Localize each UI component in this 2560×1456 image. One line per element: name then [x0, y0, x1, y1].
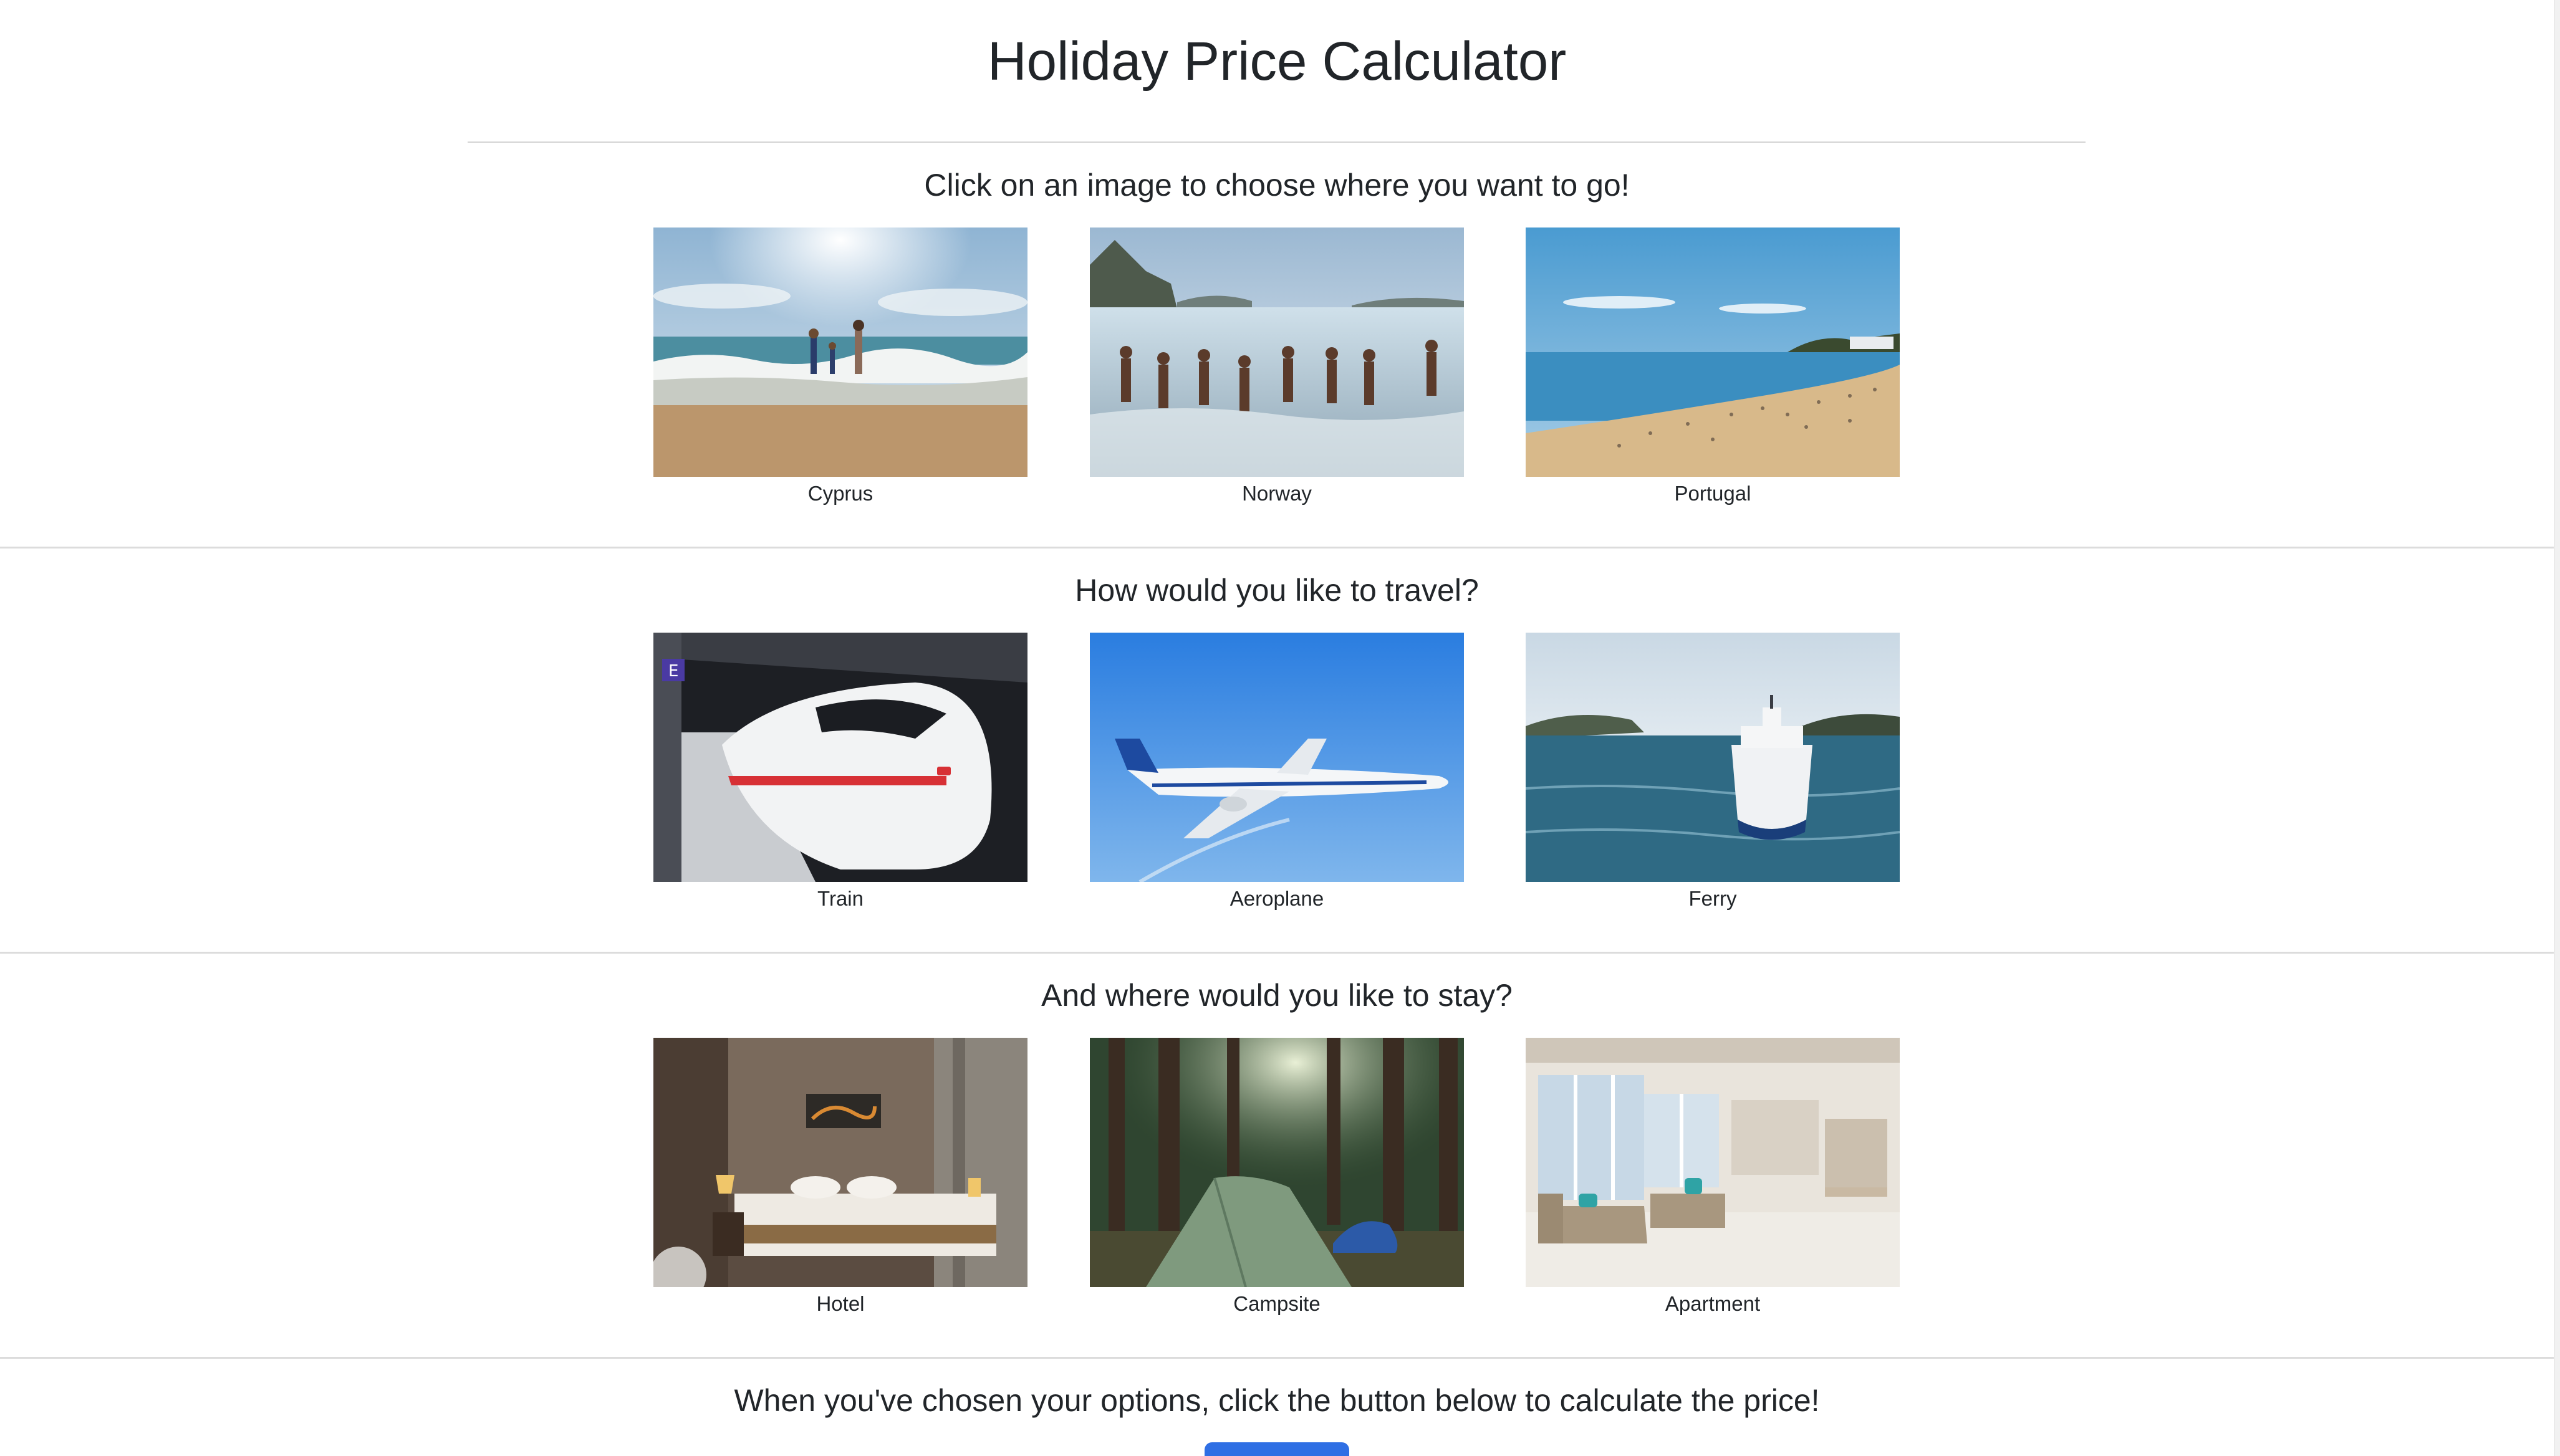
campsite-image[interactable]: [1090, 1038, 1464, 1287]
stay-option-campsite[interactable]: Campsite: [1090, 1038, 1464, 1318]
section-divider: [0, 1357, 2554, 1359]
travel-label: Ferry: [1688, 887, 1737, 910]
section-divider: [0, 952, 2554, 954]
calculate-button[interactable]: [1205, 1442, 1349, 1456]
stay-option-hotel[interactable]: Hotel: [653, 1038, 1027, 1318]
apartment-image[interactable]: [1526, 1038, 1900, 1287]
destination-label: Norway: [1242, 482, 1312, 505]
hotel-image[interactable]: [653, 1038, 1027, 1287]
destination-heading: Click on an image to choose where you wa…: [924, 168, 1630, 203]
norway-image[interactable]: [1090, 228, 1464, 477]
vertical-scrollbar[interactable]: [2554, 0, 2560, 1456]
portugal-image[interactable]: [1526, 228, 1900, 477]
travel-label: Train: [817, 887, 864, 910]
title-divider: [468, 141, 2086, 143]
stay-label: Apartment: [1665, 1292, 1761, 1315]
stay-option-apartment[interactable]: Apartment: [1526, 1038, 1900, 1318]
travel-option-ferry[interactable]: Ferry: [1526, 633, 1900, 913]
ferry-image[interactable]: [1526, 633, 1900, 882]
page: Holiday Price Calculator Click on an ima…: [0, 0, 2560, 1456]
svg-text:E: E: [668, 662, 678, 681]
travel-heading: How would you like to travel?: [1075, 573, 1479, 608]
train-image[interactable]: E: [653, 633, 1027, 882]
stay-label: Hotel: [816, 1292, 865, 1315]
destination-option-portugal[interactable]: Portugal: [1526, 228, 1900, 508]
travel-label: Aeroplane: [1229, 887, 1324, 910]
destination-label: Cyprus: [807, 482, 873, 505]
destination-option-norway[interactable]: Norway: [1090, 228, 1464, 508]
section-divider: [0, 547, 2554, 548]
destination-option-cyprus[interactable]: Cyprus: [653, 228, 1027, 508]
stay-label: Campsite: [1233, 1292, 1321, 1315]
stay-heading: And where would you like to stay?: [1041, 978, 1513, 1013]
travel-option-aeroplane[interactable]: Aeroplane: [1090, 633, 1464, 913]
destination-label: Portugal: [1674, 482, 1751, 505]
page-title: Holiday Price Calculator: [987, 31, 1567, 92]
calculate-instruction: When you've chosen your options, click t…: [734, 1383, 1820, 1418]
travel-option-train[interactable]: E Train: [653, 633, 1027, 913]
aeroplane-image[interactable]: [1090, 633, 1464, 882]
cyprus-image[interactable]: [653, 228, 1027, 477]
